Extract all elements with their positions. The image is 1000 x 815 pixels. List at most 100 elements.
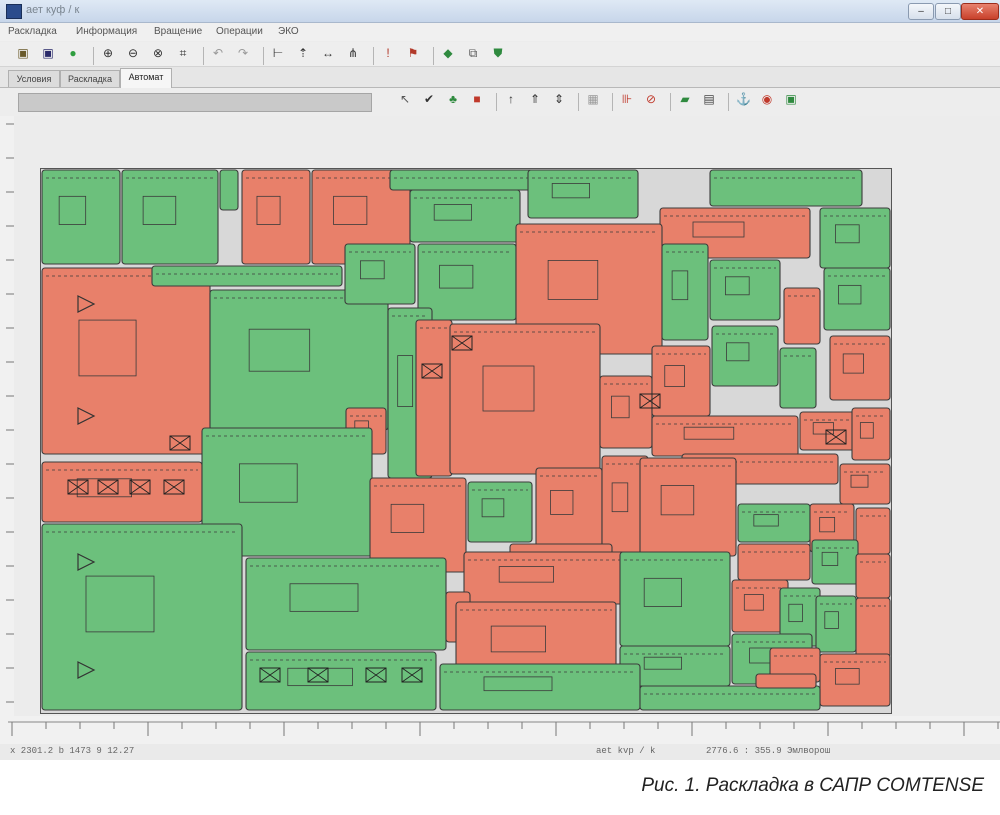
layout-piece[interactable] [41, 267, 211, 455]
layout-piece[interactable] [755, 673, 817, 689]
layout-piece[interactable] [737, 503, 811, 543]
layout-piece[interactable] [783, 287, 821, 345]
layout-piece[interactable] [651, 415, 799, 457]
window-title: ает куф / к [26, 4, 80, 16]
layout-piece[interactable] [121, 169, 219, 265]
menu-layout[interactable]: Раскладка [8, 26, 57, 37]
menu-eco[interactable]: ЭКО [278, 26, 299, 37]
tab-conditions[interactable]: Условия [8, 70, 60, 87]
status-bar: x 2301.2 b 1473 9 12.27 aet kvp / k 2776… [0, 744, 1000, 760]
layout-piece[interactable] [651, 345, 711, 417]
tab-layout[interactable]: Раскладка [60, 70, 120, 87]
layout-piece[interactable] [639, 457, 737, 557]
close-button[interactable]: ✕ [961, 3, 999, 20]
marker-icon[interactable]: ! [381, 46, 395, 60]
layers-icon[interactable]: ◆ [441, 46, 455, 60]
open-icon[interactable]: ▣ [16, 46, 30, 60]
layout-piece[interactable] [245, 651, 437, 711]
copy-icon[interactable]: ⧉ [466, 46, 480, 60]
check-icon[interactable]: ✔ [422, 92, 436, 106]
minimize-button[interactable]: – [908, 3, 934, 20]
arrow-up-double-icon[interactable]: ⇑ [528, 92, 542, 106]
tree-green-icon[interactable]: ♣ [446, 92, 460, 106]
zoom-in-icon[interactable]: ⊕ [101, 46, 115, 60]
layout-piece[interactable] [855, 597, 891, 659]
layout-piece[interactable] [829, 335, 891, 401]
redo-icon[interactable]: ↷ [236, 46, 250, 60]
layout-piece[interactable] [619, 551, 731, 647]
arrow-updown-icon[interactable]: ⇕ [552, 92, 566, 106]
record-icon[interactable]: ● [66, 46, 80, 60]
layout-piece[interactable] [245, 557, 447, 651]
undo-icon[interactable]: ↶ [211, 46, 225, 60]
grid-icon[interactable]: ▦ [586, 92, 600, 106]
layout-piece[interactable] [823, 267, 891, 331]
layout-piece[interactable] [417, 243, 517, 321]
move-horizontal-icon[interactable]: ↔ [321, 46, 335, 60]
lock-icon[interactable]: ▣ [784, 92, 798, 106]
layout-piece[interactable] [839, 463, 891, 505]
layout-piece[interactable] [855, 553, 891, 599]
layout-piece[interactable] [711, 325, 779, 387]
toolbar-separator [496, 93, 497, 111]
stop-icon[interactable]: ⊘ [644, 92, 658, 106]
layout-piece[interactable] [661, 243, 709, 341]
layout-piece[interactable] [535, 467, 603, 549]
cursor-icon[interactable]: ↖ [398, 92, 412, 106]
folder-icon[interactable]: ▰ [678, 92, 692, 106]
zoom-out-icon[interactable]: ⊖ [126, 46, 140, 60]
piece-red-icon[interactable]: ■ [470, 92, 484, 106]
layout-piece[interactable] [241, 169, 311, 265]
status-coordinates: x 2301.2 b 1473 9 12.27 [10, 746, 135, 756]
layout-piece[interactable] [815, 595, 857, 653]
layout-piece[interactable] [467, 481, 533, 543]
layout-piece[interactable] [811, 539, 859, 585]
automatic-toolbar: ↖ ✔ ♣ ■ ↑ ⇑ ⇕ ▦ ⊪ ⊘ ▰ ▤ ⚓ ◉ ▣ [0, 88, 1000, 116]
layout-piece[interactable] [439, 663, 641, 711]
menu-information[interactable]: Информация [76, 26, 137, 37]
record-stop-icon[interactable]: ◉ [760, 92, 774, 106]
toolbar-separator [578, 93, 579, 111]
layout-piece[interactable] [344, 243, 416, 305]
zoom-all-icon[interactable]: ⌗ [176, 46, 190, 60]
zoom-window-icon[interactable]: ⊗ [151, 46, 165, 60]
layout-piece[interactable] [639, 685, 821, 711]
layout-piece[interactable] [709, 259, 781, 321]
menu-bar: Раскладка Информация Вращение Операции Э… [0, 23, 1000, 41]
layout-selector[interactable] [18, 93, 372, 112]
layout-piece[interactable] [41, 523, 243, 711]
ruler-icon[interactable]: ⊪ [620, 92, 634, 106]
layout-piece[interactable] [389, 169, 543, 191]
layout-piece[interactable] [151, 265, 343, 287]
layout-piece[interactable] [41, 169, 121, 265]
toolbar-separator [612, 93, 613, 111]
menu-rotation[interactable]: Вращение [154, 26, 202, 37]
toolbar-separator [433, 47, 434, 65]
print-icon[interactable]: ▤ [702, 92, 716, 106]
marker-layout-canvas[interactable] [40, 168, 892, 714]
application-window: ает куф / к – □ ✕ Раскладка Информация В… [0, 0, 1000, 760]
status-file: aet kvp / k [596, 746, 656, 756]
anchor-icon[interactable]: ⚓ [736, 92, 751, 106]
arrow-up-icon[interactable]: ↑ [504, 92, 518, 106]
save-icon[interactable]: ▣ [41, 46, 55, 60]
layout-piece[interactable] [219, 169, 239, 211]
shield-icon[interactable]: ⛊ [491, 46, 505, 60]
layout-piece[interactable] [41, 461, 203, 523]
layout-piece[interactable] [527, 169, 639, 219]
menu-operations[interactable]: Операции [216, 26, 263, 37]
layout-piece[interactable] [779, 347, 817, 409]
tree-icon[interactable]: ⋔ [346, 46, 360, 60]
layout-piece[interactable] [737, 543, 811, 581]
toolbar-separator [263, 47, 264, 65]
layout-piece[interactable] [709, 169, 863, 207]
align-icon[interactable]: ⊢ [271, 46, 285, 60]
layout-piece[interactable] [855, 507, 891, 555]
layout-piece[interactable] [819, 207, 891, 269]
move-up-icon[interactable]: ⇡ [296, 46, 310, 60]
layout-piece[interactable] [599, 375, 653, 449]
flag-icon[interactable]: ⚑ [406, 46, 420, 60]
layout-piece[interactable] [415, 319, 453, 477]
tab-automatic[interactable]: Автомат [120, 68, 172, 88]
maximize-button[interactable]: □ [935, 3, 961, 20]
